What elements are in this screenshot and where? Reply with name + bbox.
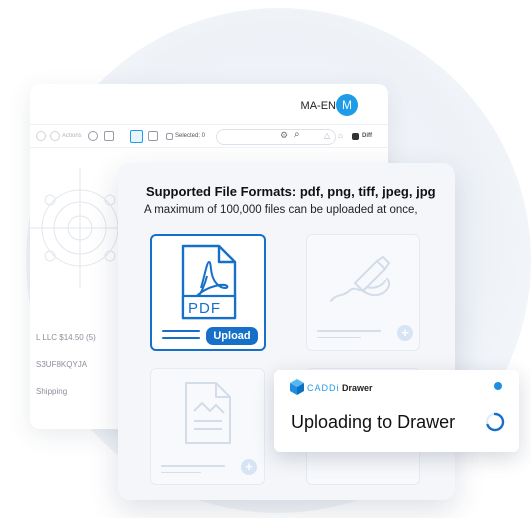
upload-limit-text: A maximum of 100,000 files can be upload… [144,204,418,216]
upload-button[interactable]: Upload [206,327,258,345]
caddi-cube-icon [290,379,304,395]
hand-drawing-icon [330,256,391,302]
grid-view-icon[interactable] [130,130,143,143]
select-all-checkbox[interactable] [166,133,173,140]
actions-label[interactable]: Actions [62,133,82,139]
row-sku: S3UF8KQYJA [36,360,88,369]
row-price: L LLC $14.50 (5) [36,333,96,342]
pdf-type-label: PDF [188,300,221,317]
image-file-icon [185,382,231,444]
diff-icon[interactable] [352,133,359,140]
info-icon[interactable] [88,131,98,141]
row-shipping: Shipping [36,387,68,396]
status-dot [494,382,502,390]
list-view-icon[interactable] [148,131,158,141]
caddi-logo-text: CADDi [307,383,340,393]
pdf-upload-card[interactable]: PDF Upload [150,234,266,351]
add-icon[interactable]: + [241,459,257,475]
card-lines [161,465,225,478]
search-input[interactable] [216,129,336,145]
brand-label: CADDi Drawer [307,383,373,393]
image-file-card[interactable]: + [150,368,265,485]
upload-notification: CADDi Drawer Uploading to Drawer [274,370,519,452]
app-toolbar: Actions Selected: 0 ⚙ ⌕ △ ⌂ Diff [30,124,388,148]
loading-spinner-icon [485,412,505,432]
drawing-file-card[interactable]: + [306,234,420,351]
copy-icon[interactable] [104,131,114,141]
search-icon[interactable]: ⌕ [294,129,304,140]
app-topbar: MA-EN M [30,84,388,120]
supported-formats-heading: Supported File Formats: pdf, png, tiff, … [146,184,436,199]
selected-count: Selected: 0 [175,133,206,139]
card-lines [317,330,381,343]
circle-icon[interactable] [36,131,46,141]
diff-label[interactable]: Diff [362,133,372,139]
add-icon[interactable]: + [397,325,413,341]
user-code: MA-EN [300,100,336,112]
uploading-status-text: Uploading to Drawer [291,412,456,432]
alert-icon[interactable]: △ [324,131,334,141]
card-lines [162,330,200,344]
filter-icon[interactable]: ⚙ [280,130,290,140]
lock-icon[interactable]: ⌂ [338,131,348,141]
actions-icon[interactable] [50,131,60,141]
avatar[interactable]: M [336,94,358,116]
drawer-label: Drawer [342,383,373,393]
